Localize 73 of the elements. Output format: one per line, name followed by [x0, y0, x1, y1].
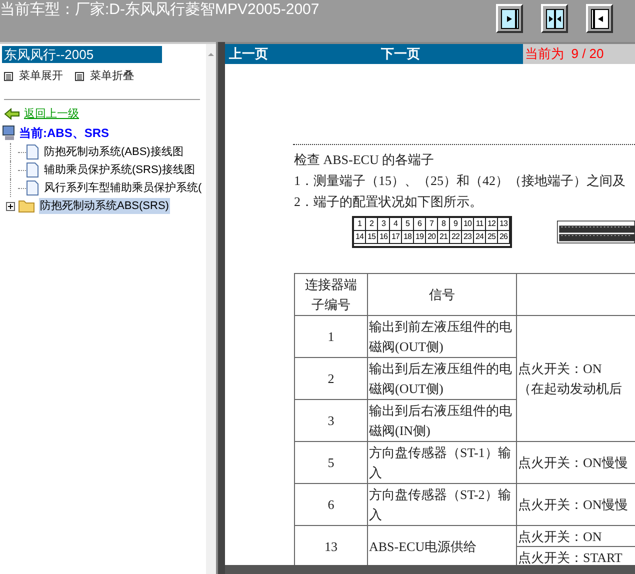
- tree-item[interactable]: 防抱死制动系统ABS(SRS): [39, 198, 170, 214]
- list-icon: [4, 72, 13, 81]
- menu-action-button[interactable]: 菜单展开: [4, 68, 63, 84]
- pin-number: 12: [486, 218, 498, 231]
- tree-item[interactable]: 防抱死制动系统(ABS)接线图: [43, 144, 184, 160]
- pin-number: 14: [354, 231, 366, 244]
- table-cell: 方向盘传感器（ST-1）输入: [368, 442, 516, 484]
- pin-number: 4: [390, 218, 402, 231]
- document-icon: [26, 162, 39, 178]
- pin-number: 24: [474, 231, 486, 244]
- table-cell: 输出到后右液压组件的电磁阀(IN侧): [368, 400, 516, 442]
- pin-number: 11: [474, 218, 486, 231]
- arrow-right-icon: [500, 8, 518, 28]
- computer-icon: [2, 125, 17, 141]
- pin-number: 17: [390, 231, 402, 244]
- document-icon: [26, 180, 39, 196]
- table-cell: 3: [294, 400, 368, 442]
- page-position: 当前为 9 / 20: [523, 44, 635, 64]
- pin-number: 7: [426, 218, 438, 231]
- pin-number: 5: [402, 218, 414, 231]
- previous-page-button[interactable]: 上一页: [229, 44, 268, 64]
- section-heading: 检查 ABS-ECU 的各端子: [294, 151, 436, 169]
- tree-item[interactable]: 辅助乘员保护系统(SRS)接线图: [43, 162, 196, 178]
- back-link[interactable]: 返回上一级: [4, 106, 206, 122]
- pin-number: 19: [414, 231, 426, 244]
- pane-splitter[interactable]: [216, 42, 225, 574]
- table-cell: 2: [294, 358, 368, 400]
- pin-number: 20: [426, 231, 438, 244]
- split-arrows-icon: [546, 8, 564, 28]
- pin-number: 10: [462, 218, 474, 231]
- pin-number: 15: [366, 231, 378, 244]
- pin-number: 9: [450, 218, 462, 231]
- expand-left-button[interactable]: [586, 4, 613, 33]
- pin-number: 16: [378, 231, 390, 244]
- horizontal-scrollbar[interactable]: [225, 565, 635, 574]
- pin-number: 2: [366, 218, 378, 231]
- pin-number: 6: [414, 218, 426, 231]
- pin-number: 26: [498, 231, 510, 244]
- document-icon: [26, 144, 39, 160]
- instruction-line: 1．测量端子（15）、（25）和（42）（接地端子）之间及: [294, 172, 626, 190]
- pin-number: 3: [378, 218, 390, 231]
- pin-number: 8: [438, 218, 450, 231]
- column-header: 信号: [368, 274, 516, 316]
- pin-number: 23: [462, 231, 474, 244]
- back-arrow-icon: [4, 108, 20, 120]
- pin-number: 13: [498, 218, 510, 231]
- column-header: 连接器端子编号: [294, 274, 368, 316]
- current-section-label: 当前:ABS、SRS: [19, 125, 110, 142]
- folder-icon: [18, 199, 35, 213]
- pin-number: 22: [450, 231, 462, 244]
- vertical-scrollbar[interactable]: [206, 44, 216, 574]
- expand-right-button[interactable]: [496, 4, 523, 33]
- table-cell: 点火开关：ON慢慢: [516, 442, 635, 484]
- table-cell: 输出到前左液压组件的电磁阀(OUT侧): [368, 316, 516, 358]
- table-cell: 5: [294, 442, 368, 484]
- vehicle-model-title: 当前车型：厂家:D-东风风行菱智MPV2005-2007: [0, 1, 320, 19]
- instruction-line: 2．端子的配置状况如下图所示。: [294, 193, 484, 211]
- arrow-left-icon: [590, 8, 608, 28]
- split-view-button[interactable]: [541, 4, 568, 33]
- table-cell: 方向盘传感器（ST-2）输入: [368, 484, 516, 526]
- pin-number: 21: [438, 231, 450, 244]
- next-page-button[interactable]: 下一页: [381, 44, 420, 64]
- tree-item[interactable]: 风行系列车型辅助乘员保护系统(: [43, 180, 203, 196]
- expand-toggle[interactable]: [6, 202, 15, 210]
- sidebar-title-bar: 东风风行--2005: [2, 46, 162, 63]
- table-cell: 6: [294, 484, 368, 526]
- pin-number: 1: [354, 218, 366, 231]
- pin-number: 18: [402, 231, 414, 244]
- pin-number: 25: [486, 231, 498, 244]
- list-icon: [75, 72, 84, 81]
- table-cell: 输出到后左液压组件的电磁阀(OUT侧): [368, 358, 516, 400]
- table-cell: 1: [294, 316, 368, 358]
- menu-action-button[interactable]: 菜单折叠: [75, 68, 134, 84]
